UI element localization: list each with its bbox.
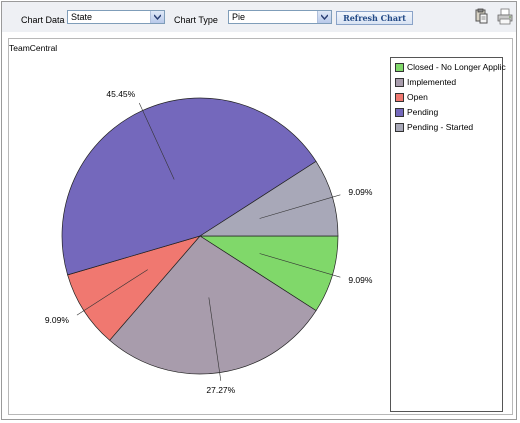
legend-swatch xyxy=(395,78,404,87)
data-label: 9.09% xyxy=(348,187,373,197)
legend-label: Closed - No Longer Applic xyxy=(407,62,506,72)
legend-label: Open xyxy=(407,92,428,102)
data-label: 9.09% xyxy=(45,315,70,325)
legend-swatch xyxy=(395,63,404,72)
data-label: 45.45% xyxy=(106,89,135,99)
legend-swatch xyxy=(395,93,404,102)
legend-swatch xyxy=(395,108,404,117)
data-label: 27.27% xyxy=(206,385,235,395)
legend-label: Pending - Started xyxy=(407,122,474,132)
legend-label: Pending xyxy=(407,107,439,117)
legend-swatch xyxy=(395,123,404,132)
legend-label: Implemented xyxy=(407,77,457,87)
data-label: 9.09% xyxy=(348,275,373,285)
chart-legend: Closed - No Longer Applic Implemented Open… xyxy=(390,57,506,412)
